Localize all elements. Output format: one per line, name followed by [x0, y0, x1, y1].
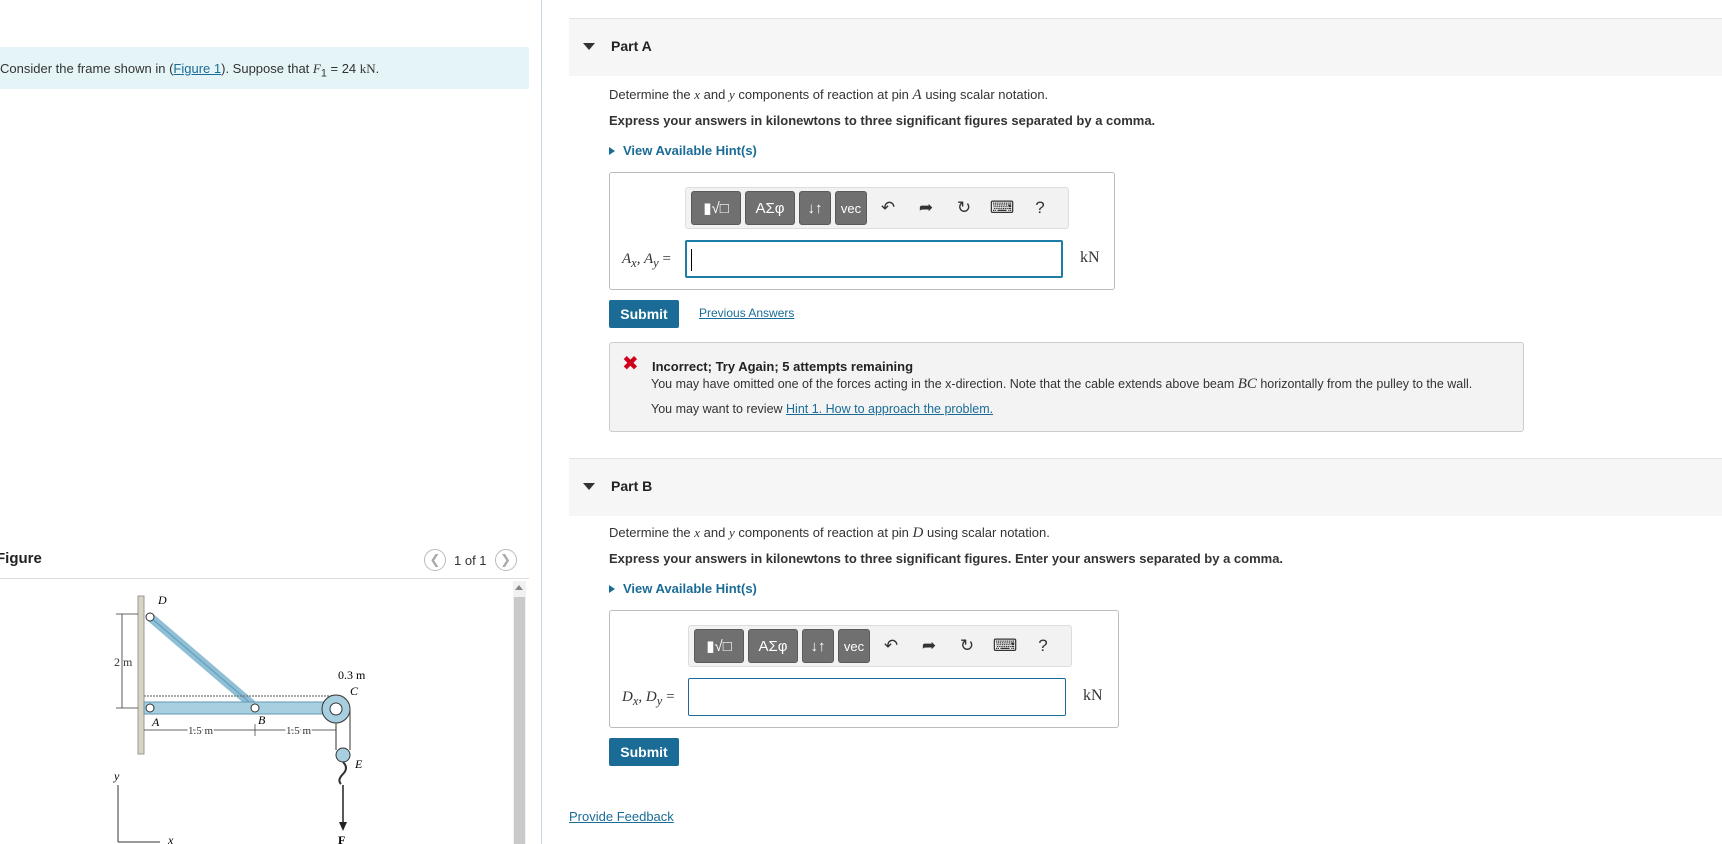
label-f: F: [338, 833, 345, 844]
expand-arrow-icon: [609, 147, 615, 155]
greek-button[interactable]: ΑΣφ: [745, 191, 795, 225]
reset-icon[interactable]: ↻: [950, 629, 984, 663]
templates-button[interactable]: ▮√□: [691, 191, 741, 225]
pulley-e: [335, 747, 351, 763]
next-figure-button[interactable]: ❯: [494, 549, 517, 571]
templates-button[interactable]: ▮√□: [694, 629, 744, 663]
feedback-message: You may have omitted one of the forces a…: [651, 376, 1473, 392]
help-button[interactable]: ?: [1026, 629, 1060, 663]
greek-button[interactable]: ΑΣφ: [748, 629, 798, 663]
part-a-header[interactable]: Part A: [569, 18, 1722, 76]
right-pane: Part A Determine the x and y components …: [542, 0, 1722, 844]
part-a-answer-input[interactable]: [685, 240, 1063, 278]
part-a-unit: kN: [1080, 249, 1100, 266]
label-d: D: [157, 593, 167, 607]
part-a-question: Determine the x and y components of reac…: [609, 87, 1049, 103]
wall: [137, 595, 145, 755]
dim-label-1-5m-b: 1.5 m: [286, 725, 312, 737]
math-toolbar: ▮√□ ΑΣφ ↓↑ vec ↶ ➦ ↻ ⌨ ?: [688, 625, 1072, 667]
prev-figure-button[interactable]: ❮: [424, 549, 446, 571]
previous-answers-link[interactable]: Previous Answers: [699, 306, 794, 320]
pin-b: [250, 703, 260, 713]
undo-icon[interactable]: ↶: [874, 629, 908, 663]
label-b: B: [258, 713, 266, 727]
axis-x-label: x: [167, 833, 174, 844]
problem-intro: Consider the frame shown in (Figure 1). …: [0, 47, 529, 89]
error-x-icon: ✖: [622, 353, 639, 375]
pin-d: [145, 612, 155, 622]
part-a-submit-button[interactable]: Submit: [609, 300, 679, 328]
keyboard-icon[interactable]: ⌨: [988, 629, 1022, 663]
part-b-title: Part B: [611, 478, 653, 494]
label-a: A: [151, 715, 160, 729]
scroll-up-arrow[interactable]: [515, 585, 523, 590]
collapse-icon[interactable]: [583, 43, 595, 50]
dim-label-1-5m-a: 1.5 m: [188, 725, 214, 737]
arrows-button[interactable]: ↓↑: [799, 191, 831, 225]
figure-count: 1 of 1: [454, 552, 487, 568]
intro-unit: kN: [359, 61, 376, 76]
reset-icon[interactable]: ↻: [947, 191, 981, 225]
vec-button[interactable]: vec: [838, 629, 870, 663]
dim-label-0-3m: 0.3 m: [338, 668, 366, 682]
keyboard-icon[interactable]: ⌨: [985, 191, 1019, 225]
part-b-instructions: Express your answers in kilonewtons to t…: [609, 551, 1284, 566]
feedback-review: You may want to review Hint 1. How to ap…: [651, 402, 994, 416]
part-a-instructions: Express your answers in kilonewtons to t…: [609, 113, 1156, 128]
expand-arrow-icon: [609, 585, 615, 593]
part-a-answer-box: ▮√□ ΑΣφ ↓↑ vec ↶ ➦ ↻ ⌨ ? Ax, Ay = kN: [609, 172, 1115, 290]
part-b-submit-button[interactable]: Submit: [609, 738, 679, 766]
part-b-variable-label: Dx, Dy =: [622, 689, 675, 708]
part-b-hint-toggle[interactable]: View Available Hint(s): [609, 581, 757, 596]
redo-icon[interactable]: ➦: [912, 629, 946, 663]
part-b-answer-input[interactable]: [688, 678, 1066, 716]
part-a-variable-label: Ax, Ay =: [622, 251, 671, 270]
provide-feedback-link[interactable]: Provide Feedback: [569, 809, 674, 824]
undo-icon[interactable]: ↶: [871, 191, 905, 225]
part-b-question: Determine the x and y components of reac…: [609, 525, 1050, 541]
part-a-title: Part A: [611, 38, 652, 54]
label-e: E: [354, 757, 363, 771]
part-a-feedback: ✖ Incorrect; Try Again; 5 attempts remai…: [609, 342, 1524, 432]
vec-button[interactable]: vec: [835, 191, 867, 225]
part-b-header[interactable]: Part B: [569, 458, 1722, 516]
hint-1-link[interactable]: Hint 1. How to approach the problem.: [786, 402, 993, 416]
part-b-answer-box: ▮√□ ΑΣφ ↓↑ vec ↶ ➦ ↻ ⌨ ? Dx, Dy = kN: [609, 610, 1119, 728]
force-variable: F: [312, 61, 321, 76]
intro-text-mid: ). Suppose that: [221, 61, 313, 76]
hook: [338, 761, 347, 785]
beam-ac: [143, 701, 341, 715]
figure-pager: ❮ 1 of 1 ❯: [424, 549, 517, 571]
redo-icon[interactable]: ➦: [909, 191, 943, 225]
intro-text: Consider the frame shown in (: [0, 61, 174, 76]
pin-a: [145, 703, 155, 713]
figure-header: Figure ❮ 1 of 1 ❯: [0, 547, 529, 579]
arrows-button[interactable]: ↓↑: [802, 629, 834, 663]
label-c: C: [350, 684, 359, 698]
math-toolbar: ▮√□ ΑΣφ ↓↑ vec ↶ ➦ ↻ ⌨ ?: [685, 187, 1069, 229]
feedback-title: Incorrect; Try Again; 5 attempts remaini…: [652, 359, 914, 374]
intro-end: .: [375, 61, 380, 76]
part-b-unit: kN: [1083, 687, 1103, 704]
axis-y-label: y: [113, 769, 120, 783]
part-a-hint-toggle[interactable]: View Available Hint(s): [609, 143, 757, 158]
scroll-thumb[interactable]: [514, 597, 525, 844]
dim-label-2m: 2 m: [114, 655, 133, 669]
left-pane: Consider the frame shown in (Figure 1). …: [0, 0, 542, 844]
figure-link[interactable]: Figure 1: [173, 61, 221, 76]
help-button[interactable]: ?: [1023, 191, 1057, 225]
figure-title: Figure: [0, 550, 42, 567]
frame-figure: 2 m D A B C E F 0.3 m 1.5 m 1.5 m y x: [113, 593, 366, 844]
intro-value: = 24: [326, 61, 360, 76]
figure-scrollbar[interactable]: [513, 581, 526, 844]
collapse-icon[interactable]: [583, 483, 595, 490]
